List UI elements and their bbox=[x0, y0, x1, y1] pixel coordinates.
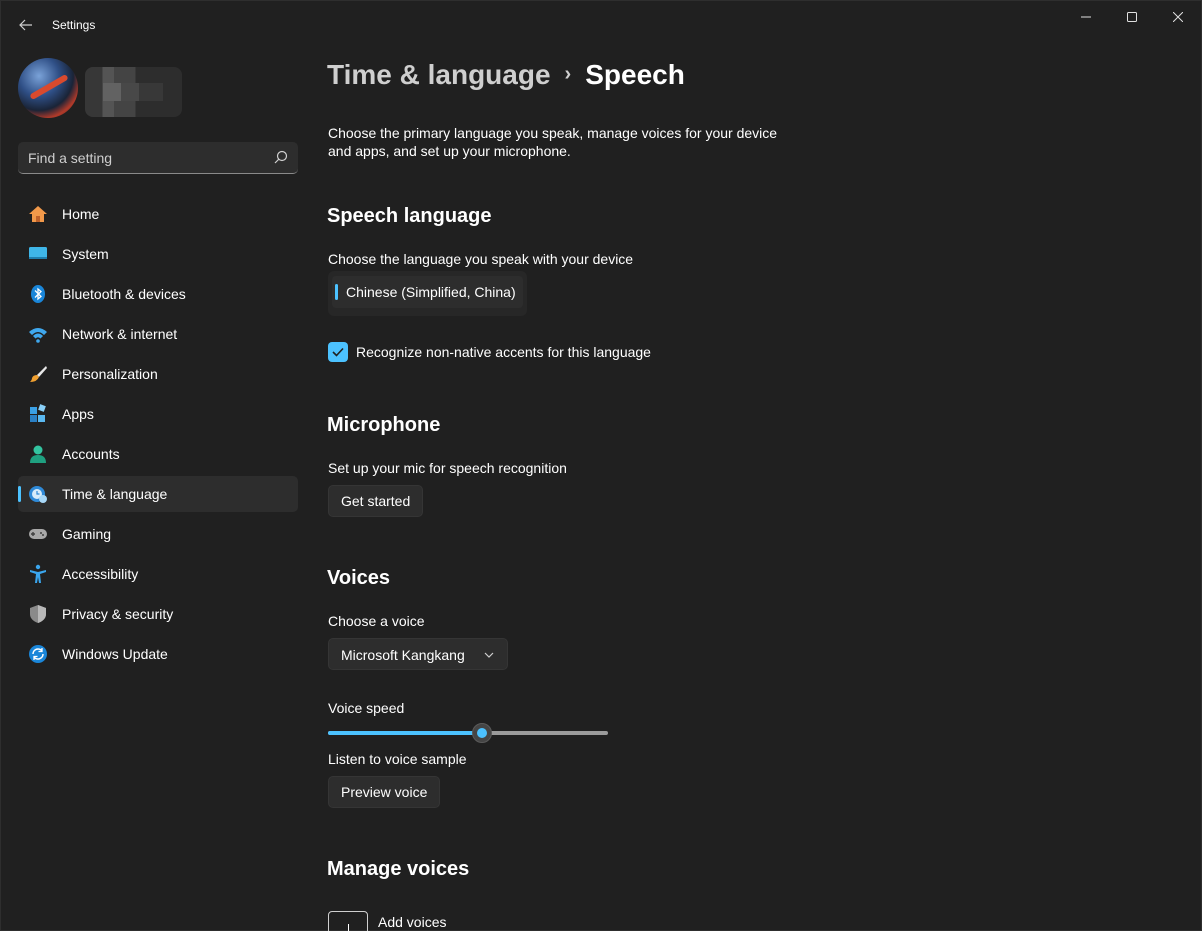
wifi-icon bbox=[28, 324, 48, 344]
breadcrumb-parent[interactable]: Time & language bbox=[327, 59, 551, 90]
sidebar-item-apps[interactable]: Apps bbox=[18, 396, 298, 432]
search-icon[interactable] bbox=[274, 150, 288, 164]
choose-voice-label: Choose a voice bbox=[328, 613, 425, 629]
voice-sample-label: Listen to voice sample bbox=[328, 751, 467, 767]
add-voices-label[interactable]: Add voices bbox=[378, 914, 446, 930]
preview-voice-button[interactable]: Preview voice bbox=[328, 776, 441, 808]
sidebar-item-accounts[interactable]: Accounts bbox=[18, 436, 298, 472]
bluetooth-icon bbox=[28, 284, 48, 304]
sidebar-item-label: Home bbox=[62, 206, 100, 222]
sidebar-item-label: Accounts bbox=[62, 446, 120, 462]
sidebar-item-home[interactable]: Home bbox=[18, 196, 298, 232]
slider-thumb[interactable] bbox=[472, 723, 492, 743]
voice-speed-label: Voice speed bbox=[328, 700, 405, 716]
voice-dropdown-value: Microsoft Kangkang bbox=[341, 647, 465, 663]
profile-name-blurred bbox=[85, 67, 182, 117]
breadcrumb-separator: › bbox=[564, 63, 572, 85]
avatar[interactable] bbox=[18, 58, 78, 118]
sidebar-item-label: Personalization bbox=[62, 366, 158, 382]
sidebar-item-time-language[interactable]: Time & language bbox=[18, 476, 298, 512]
brush-icon bbox=[28, 364, 48, 384]
sidebar-item-label: Apps bbox=[62, 406, 94, 422]
search-box[interactable] bbox=[18, 142, 298, 174]
search-input[interactable] bbox=[28, 142, 268, 173]
sidebar-item-accessibility[interactable]: Accessibility bbox=[18, 556, 298, 592]
close-icon bbox=[1173, 12, 1183, 22]
voices-heading: Voices bbox=[327, 567, 390, 589]
add-voices-icon[interactable] bbox=[328, 911, 368, 931]
sidebar-item-label: Accessibility bbox=[62, 566, 139, 582]
page-description: Choose the primary language you speak, m… bbox=[328, 125, 778, 159]
microphone-heading: Microphone bbox=[327, 414, 441, 436]
accents-checkbox-label[interactable]: Recognize non-native accents for this la… bbox=[356, 344, 651, 360]
accessibility-icon bbox=[28, 564, 48, 584]
apps-icon bbox=[28, 404, 48, 424]
voice-speed-slider[interactable] bbox=[328, 723, 608, 743]
manage-voices-heading: Manage voices bbox=[327, 858, 470, 880]
back-arrow-icon bbox=[19, 19, 32, 31]
settings-window: Settings Home System bbox=[0, 0, 1202, 931]
account-icon bbox=[28, 444, 48, 464]
minimize-button[interactable] bbox=[1063, 1, 1109, 33]
gamepad-icon bbox=[28, 524, 48, 544]
speech-language-subtitle: Choose the language you speak with your … bbox=[328, 251, 634, 267]
language-list-item[interactable]: Chinese (Simplified, China) bbox=[332, 276, 523, 308]
minimize-icon bbox=[1081, 16, 1091, 18]
sidebar-item-label: Bluetooth & devices bbox=[62, 286, 186, 302]
sidebar-item-personalization[interactable]: Personalization bbox=[18, 356, 298, 392]
sidebar-item-label: Network & internet bbox=[62, 326, 178, 342]
sidebar-item-gaming[interactable]: Gaming bbox=[18, 516, 298, 552]
time-language-icon bbox=[28, 484, 48, 504]
sidebar-item-label: System bbox=[62, 246, 109, 262]
sidebar-item-bluetooth[interactable]: Bluetooth & devices bbox=[18, 276, 298, 312]
system-icon bbox=[28, 244, 48, 264]
breadcrumb: Time & language › Speech bbox=[327, 59, 685, 91]
sidebar-nav: Home System Bluetooth & devices Network … bbox=[18, 196, 298, 676]
home-icon bbox=[28, 204, 48, 224]
speech-language-heading: Speech language bbox=[327, 205, 492, 227]
sidebar-item-label: Gaming bbox=[62, 526, 112, 542]
slider-fill bbox=[328, 731, 482, 735]
get-started-button[interactable]: Get started bbox=[328, 485, 424, 517]
language-list: Chinese (Simplified, China) bbox=[328, 271, 527, 316]
chevron-down-icon bbox=[484, 652, 494, 658]
title-bar: Settings bbox=[1, 1, 1201, 49]
sidebar-item-label: Time & language bbox=[62, 486, 168, 502]
maximize-button[interactable] bbox=[1109, 1, 1155, 33]
sidebar-item-privacy[interactable]: Privacy & security bbox=[18, 596, 298, 632]
sidebar-item-label: Windows Update bbox=[62, 646, 168, 662]
accents-checkbox[interactable] bbox=[328, 342, 348, 362]
sidebar-item-system[interactable]: System bbox=[18, 236, 298, 272]
back-button[interactable] bbox=[13, 13, 39, 37]
checkmark-icon bbox=[332, 347, 344, 357]
shield-icon bbox=[28, 604, 48, 624]
close-button[interactable] bbox=[1155, 1, 1201, 33]
language-item-label: Chinese (Simplified, China) bbox=[346, 284, 516, 300]
maximize-icon bbox=[1127, 12, 1137, 22]
page-title: Speech bbox=[585, 59, 685, 90]
voice-dropdown[interactable]: Microsoft Kangkang bbox=[328, 638, 508, 670]
microphone-subtitle: Set up your mic for speech recognition bbox=[328, 460, 567, 476]
app-title: Settings bbox=[52, 18, 96, 32]
sidebar-item-windows-update[interactable]: Windows Update bbox=[18, 636, 298, 672]
update-icon bbox=[28, 644, 48, 664]
sidebar-item-network[interactable]: Network & internet bbox=[18, 316, 298, 352]
sidebar-item-label: Privacy & security bbox=[62, 606, 174, 622]
